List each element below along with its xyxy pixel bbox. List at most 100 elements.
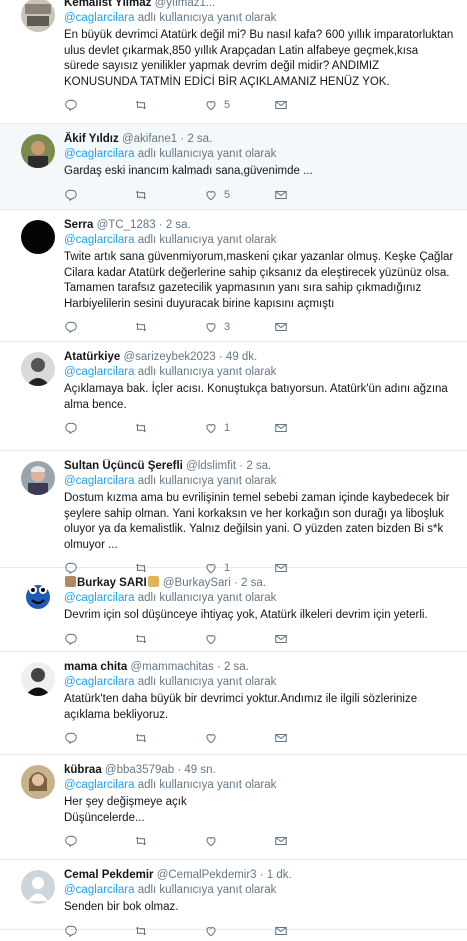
envelope-icon [274, 731, 288, 745]
mention-link[interactable]: @caglarcilara [64, 475, 134, 487]
retweet-button[interactable] [134, 731, 204, 745]
like-button[interactable]: 5 [204, 98, 274, 112]
author-handle[interactable]: @yılmaz1... [155, 0, 216, 9]
author-handle[interactable]: @mammachitas [130, 661, 213, 673]
reply-button[interactable] [64, 320, 134, 334]
author-name[interactable]: Cemal Pekdemir [64, 869, 154, 881]
timestamp[interactable]: 2 sa. [166, 219, 191, 231]
separator-dot: · [213, 661, 224, 673]
retweet-button[interactable] [134, 98, 204, 112]
retweet-button[interactable] [134, 632, 204, 646]
author-name[interactable]: Serra [64, 219, 93, 231]
reply-icon [64, 731, 78, 745]
reply-button[interactable] [64, 731, 134, 745]
author-name[interactable]: Âkif Yıldız [64, 133, 119, 145]
reply-button[interactable] [64, 924, 134, 938]
reply-button[interactable] [64, 421, 134, 435]
timestamp[interactable]: 2 sa. [224, 661, 249, 673]
like-button[interactable]: 3 [204, 320, 274, 334]
avatar[interactable] [21, 220, 55, 254]
direct-message-button[interactable] [274, 421, 344, 435]
avatar[interactable] [21, 578, 55, 612]
avatar[interactable] [21, 765, 55, 799]
tweet-text-line: Senden bir bok olmaz. [64, 901, 179, 913]
tweet-text: Twite artık sana güvenmiyorum,maskeni çı… [64, 250, 455, 312]
author-handle[interactable]: @akifane1 [122, 133, 177, 145]
tweet-item[interactable]: Kemalist Yılmaz @yılmaz1... @caglarcilara… [0, 0, 467, 124]
tweet-actions [64, 921, 455, 941]
author-name[interactable]: Sultan Üçüncü Şerefli [64, 460, 183, 472]
timestamp[interactable]: 2 sa. [241, 577, 266, 589]
author-name[interactable]: Kemalist Yılmaz [64, 0, 151, 9]
author-handle[interactable]: @sarizeybek2023 [123, 351, 215, 363]
author-handle[interactable]: @ldslimfit [186, 460, 236, 472]
separator-dot: · [174, 764, 185, 776]
reply-button[interactable] [64, 632, 134, 646]
author-name[interactable]: Burkay SARI [77, 577, 147, 589]
like-button[interactable] [204, 834, 274, 848]
author-handle[interactable]: @BurkaySari [163, 577, 231, 589]
retweet-button[interactable] [134, 320, 204, 334]
like-button[interactable] [204, 731, 274, 745]
reply-button[interactable] [64, 834, 134, 848]
mention-link[interactable]: @caglarcilara [64, 779, 134, 791]
direct-message-button[interactable] [274, 924, 344, 938]
direct-message-button[interactable] [274, 731, 344, 745]
direct-message-button[interactable] [274, 188, 344, 202]
direct-message-button[interactable] [274, 98, 344, 112]
tweet-item[interactable]: kübraa @bba3579ab · 49 sn. @caglarcilara … [0, 755, 467, 860]
tweet-item[interactable]: mama chita @mammachitas · 2 sa. @caglarci… [0, 652, 467, 755]
direct-message-button[interactable] [274, 320, 344, 334]
avatar[interactable] [21, 662, 55, 696]
direct-message-button[interactable] [274, 834, 344, 848]
emoji-icon [65, 576, 76, 587]
reply-button[interactable] [64, 188, 134, 202]
author-name[interactable]: Atatürkiye [64, 351, 120, 363]
author-name[interactable]: mama chita [64, 661, 127, 673]
avatar[interactable] [21, 0, 55, 32]
avatar[interactable] [21, 134, 55, 168]
timestamp[interactable]: 1 dk. [267, 869, 292, 881]
tweet-item[interactable]: Âkif Yıldız @akifane1 · 2 sa. @caglarcila… [0, 124, 467, 210]
author-handle[interactable]: @CemalPekdemir3 [157, 869, 257, 881]
heart-icon [204, 834, 218, 848]
replying-to: @caglarcilara adlı kullanıcıya yanıt ola… [64, 11, 455, 26]
tweet-item[interactable]: Cemal Pekdemir @CemalPekdemir3 · 1 dk. @c… [0, 860, 467, 937]
retweet-button[interactable] [134, 188, 204, 202]
mention-link[interactable]: @caglarcilara [64, 234, 134, 246]
author-handle[interactable]: @TC_1283 [97, 219, 156, 231]
timestamp[interactable]: 49 sn. [184, 764, 215, 776]
retweet-button[interactable] [134, 834, 204, 848]
timestamp[interactable]: 2 sa. [187, 133, 212, 145]
retweet-button[interactable] [134, 924, 204, 938]
avatar[interactable] [21, 461, 55, 495]
tweet-text-line: Dostum kızma ama bu evrilişinin temel se… [64, 492, 450, 551]
envelope-icon [274, 98, 288, 112]
direct-message-button[interactable] [274, 632, 344, 646]
mention-link[interactable]: @caglarcilara [64, 148, 134, 160]
timestamp[interactable]: 49 dk. [226, 351, 257, 363]
retweet-button[interactable] [134, 421, 204, 435]
like-button[interactable]: 5 [204, 188, 274, 202]
avatar[interactable] [21, 870, 55, 904]
tweet-item[interactable]: Sultan Üçüncü Şerefli @ldslimfit · 2 sa.… [0, 451, 467, 575]
mention-link[interactable]: @caglarcilara [64, 12, 134, 24]
reply-prefix: adlı kullanıcıya yanıt olarak [137, 676, 277, 688]
timestamp[interactable]: 2 sa. [246, 460, 271, 472]
reply-button[interactable] [64, 98, 134, 112]
like-button[interactable] [204, 924, 274, 938]
mention-link[interactable]: @caglarcilara [64, 592, 134, 604]
mention-link[interactable]: @caglarcilara [64, 884, 134, 896]
mention-link[interactable]: @caglarcilara [64, 366, 134, 378]
tweet-item[interactable]: Serra @TC_1283 · 2 sa. @caglarcilara adlı… [0, 210, 467, 342]
mention-link[interactable]: @caglarcilara [64, 676, 134, 688]
like-button[interactable]: 1 [204, 421, 274, 435]
like-button[interactable] [204, 632, 274, 646]
tweet-item[interactable]: Atatürkiye @sarizeybek2023 · 49 dk. @cagl… [0, 342, 467, 451]
author-handle[interactable]: @bba3579ab [105, 764, 174, 776]
author-name[interactable]: kübraa [64, 764, 102, 776]
likes-count: 5 [224, 99, 231, 111]
tweet-text: Gardaş eski inancım kalmadı sana,güvenim… [64, 164, 455, 180]
tweet-item[interactable]: Burkay SARI @BurkaySari · 2 sa. @caglarci… [0, 568, 467, 652]
avatar[interactable] [21, 352, 55, 386]
